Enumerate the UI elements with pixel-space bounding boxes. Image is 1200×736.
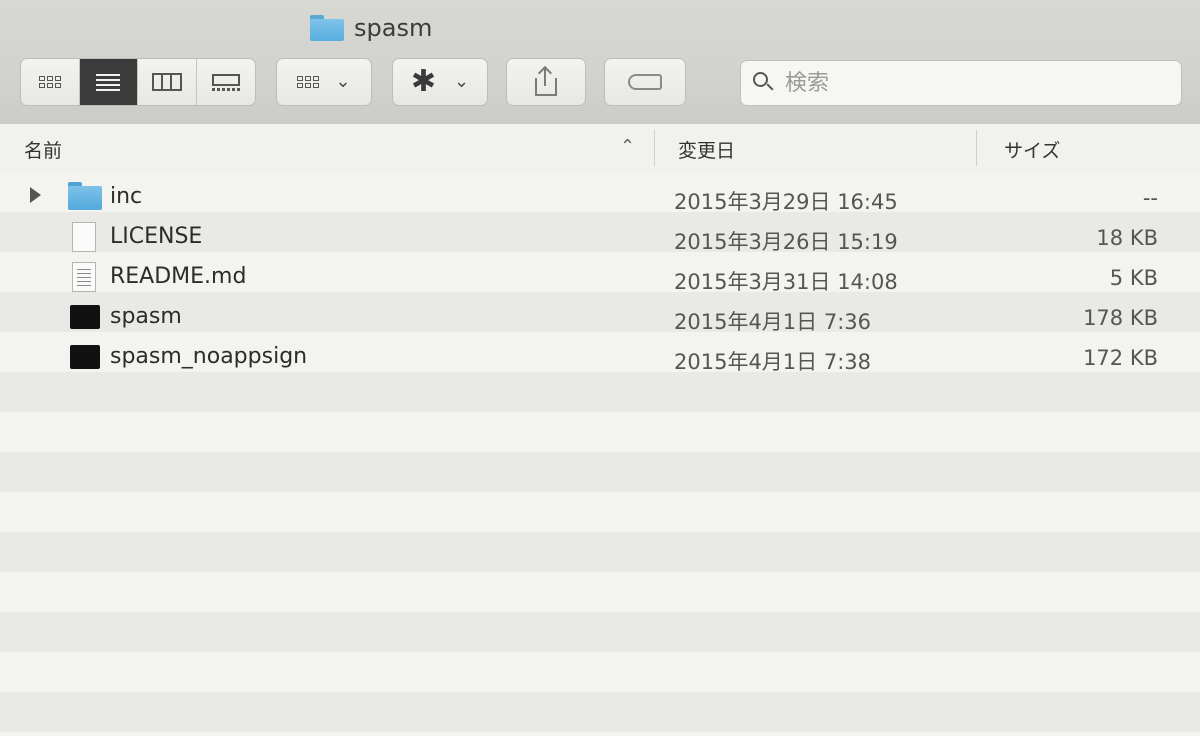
disclosure-triangle-icon[interactable] (30, 187, 41, 203)
file-list: inc 2015年3月29日 16:45 -- LICENSE 2015年3月2… (0, 172, 1200, 736)
tag-icon (628, 74, 662, 90)
file-row-inc[interactable]: inc 2015年3月29日 16:45 -- (0, 177, 1200, 217)
folder-icon (310, 15, 344, 41)
finder-window: spasm ⌄ ✱ ⌄ 検索 名前 ⌃ 変更日 サイズ inc 2015年3月2… (0, 0, 1200, 736)
search-icon (753, 72, 775, 94)
column-date-header[interactable]: 変更日 (678, 136, 735, 163)
view-mode-control (20, 58, 256, 106)
column-divider[interactable] (654, 130, 655, 166)
text-document-icon (72, 262, 96, 292)
column-divider[interactable] (976, 130, 977, 166)
file-row-spasm[interactable]: spasm 2015年4月1日 7:36 178 KB (0, 297, 1200, 337)
grid-icon (38, 76, 61, 88)
file-size: 5 KB (1109, 266, 1158, 290)
file-date: 2015年4月1日 7:38 (674, 350, 871, 374)
window-title-text: spasm (354, 14, 433, 42)
column-view-button[interactable] (138, 59, 197, 105)
share-button[interactable] (506, 58, 586, 106)
columns-icon (151, 73, 182, 91)
cover-flow-view-button[interactable] (197, 59, 256, 105)
file-size: 178 KB (1083, 306, 1158, 330)
file-name: README.md (110, 264, 247, 289)
file-name: LICENSE (110, 224, 203, 249)
file-date: 2015年3月31日 14:08 (674, 270, 898, 294)
titlebar: spasm ⌄ ✱ ⌄ 検索 (0, 0, 1200, 125)
search-input[interactable] (783, 69, 1167, 97)
search-field[interactable] (740, 60, 1182, 106)
file-name: inc (110, 184, 143, 209)
action-button[interactable]: ✱ ⌄ (392, 58, 488, 106)
arrange-grid-icon (297, 76, 320, 88)
gear-icon: ✱ (410, 64, 437, 99)
executable-icon (70, 342, 100, 369)
list-view-button[interactable] (79, 59, 138, 105)
file-date: 2015年3月29日 16:45 (674, 190, 898, 214)
file-size: -- (1142, 186, 1158, 210)
list-icon (96, 73, 121, 91)
arrange-button[interactable]: ⌄ (276, 58, 372, 106)
column-header: 名前 ⌃ 変更日 サイズ (0, 124, 1200, 173)
file-date: 2015年4月1日 7:36 (674, 310, 871, 334)
column-name-header[interactable]: 名前 (24, 136, 62, 163)
share-icon (535, 65, 557, 96)
file-size: 172 KB (1083, 346, 1158, 370)
window-title: spasm (310, 14, 432, 42)
file-row-readme[interactable]: README.md 2015年3月31日 14:08 5 KB (0, 257, 1200, 297)
file-row-spasm-noappsign[interactable]: spasm_noappsign 2015年4月1日 7:38 172 KB (0, 337, 1200, 377)
file-name: spasm (110, 304, 182, 329)
toolbar: ⌄ ✱ ⌄ (0, 58, 1200, 110)
executable-icon (70, 302, 100, 329)
icon-view-button[interactable] (21, 59, 80, 105)
chevron-down-icon: ⌄ (335, 71, 351, 92)
file-size: 18 KB (1096, 226, 1158, 250)
sort-ascending-icon[interactable]: ⌃ (620, 136, 635, 157)
cover-flow-icon (211, 73, 240, 91)
file-row-license[interactable]: LICENSE 2015年3月26日 15:19 18 KB (0, 217, 1200, 257)
column-size-header[interactable]: サイズ (1004, 136, 1060, 163)
file-date: 2015年3月26日 15:19 (674, 230, 898, 254)
document-icon (72, 222, 96, 252)
chevron-down-icon: ⌄ (454, 71, 470, 92)
file-name: spasm_noappsign (110, 344, 308, 369)
tag-button[interactable] (604, 58, 686, 106)
